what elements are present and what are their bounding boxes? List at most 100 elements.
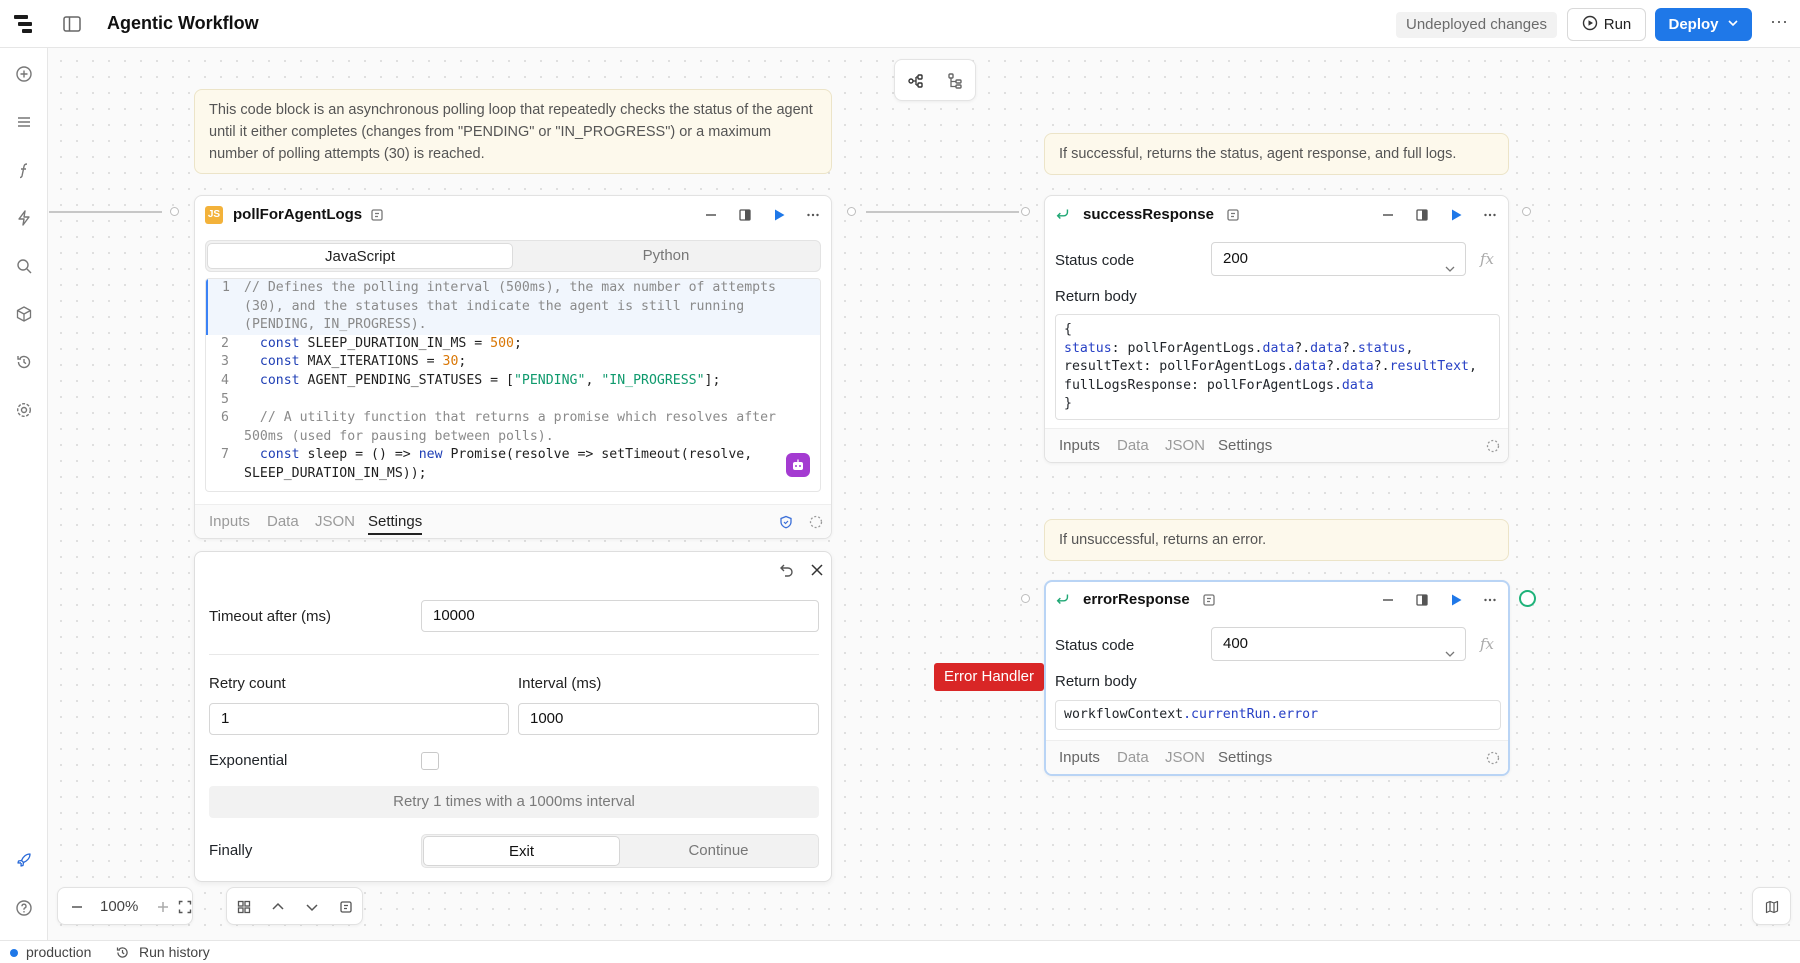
minimize-icon[interactable] [1380, 592, 1396, 608]
finally-continue-option[interactable]: Continue [620, 836, 817, 866]
error-note[interactable]: If unsuccessful, returns an error. [1044, 519, 1509, 561]
fx-icon[interactable]: fx [1480, 250, 1494, 268]
return-body-label: Return body [1055, 288, 1137, 305]
add-icon[interactable] [14, 64, 34, 84]
tab-inputs[interactable]: Inputs [1059, 437, 1100, 454]
more-options-icon[interactable] [1482, 592, 1498, 608]
panel-split-icon[interactable] [1414, 207, 1430, 223]
code-line: 5 [221, 391, 229, 407]
incoming-edge [49, 211, 162, 213]
horizontal-layout-icon[interactable] [907, 72, 925, 94]
run-block-icon[interactable] [1448, 207, 1464, 223]
tab-settings[interactable]: Settings [368, 513, 423, 535]
deploy-button[interactable]: Deploy [1655, 8, 1752, 41]
finally-exit-option[interactable]: Exit [423, 836, 620, 866]
more-options-icon[interactable] [805, 207, 821, 223]
minimize-icon[interactable] [1380, 207, 1396, 223]
history-icon [115, 945, 130, 960]
timeout-input[interactable]: 10000 [421, 600, 819, 632]
run-block-icon[interactable] [771, 207, 787, 223]
poll-note[interactable]: This code block is an asynchronous polli… [194, 89, 832, 174]
tab-settings[interactable]: Settings [1218, 437, 1272, 454]
docs-icon[interactable] [1201, 592, 1217, 608]
panel-split-icon[interactable] [1414, 592, 1430, 608]
undo-icon[interactable] [779, 562, 795, 582]
code-editor[interactable]: 1// Defines the polling interval (500ms)… [205, 278, 821, 492]
chevron-down-icon [1445, 639, 1455, 657]
history-icon[interactable] [14, 352, 34, 372]
tab-data[interactable]: Data [1117, 437, 1149, 454]
active-output-port[interactable] [1519, 590, 1536, 607]
tab-json[interactable]: JSON [315, 513, 355, 530]
tab-javascript[interactable]: JavaScript [207, 243, 513, 269]
output-port[interactable] [847, 207, 856, 216]
input-port[interactable] [1021, 207, 1030, 216]
run-block-icon[interactable] [1448, 592, 1464, 608]
status-code-select[interactable]: 400 [1211, 627, 1466, 661]
search-icon[interactable] [14, 256, 34, 276]
tab-inputs[interactable]: Inputs [209, 513, 250, 530]
status-code-select[interactable]: 200 [1211, 242, 1466, 276]
poll-block[interactable]: JS pollForAgentLogs JavaScript Python 1/… [194, 195, 832, 539]
lightning-icon[interactable] [14, 208, 34, 228]
more-options-icon[interactable] [1482, 207, 1498, 223]
tab-data[interactable]: Data [1117, 749, 1149, 766]
tab-settings[interactable]: Settings [1218, 749, 1272, 766]
package-icon[interactable] [14, 304, 34, 324]
docs-icon[interactable] [369, 207, 385, 223]
ai-assistant-icon[interactable] [786, 453, 810, 477]
fx-icon[interactable]: fx [1480, 635, 1494, 653]
chevron-down-icon[interactable] [303, 898, 321, 916]
block-title[interactable]: successResponse [1083, 206, 1214, 223]
minimize-icon[interactable] [703, 207, 719, 223]
zoom-level[interactable]: 100% [100, 898, 138, 915]
return-body-editor[interactable]: { status: pollForAgentLogs.data?.data?.s… [1055, 314, 1500, 420]
shield-icon[interactable] [779, 515, 793, 533]
more-options-icon[interactable]: ··· [1768, 12, 1790, 34]
success-response-block[interactable]: successResponse Status code 200 fx Retur… [1044, 195, 1509, 463]
javascript-badge-icon: JS [205, 206, 223, 224]
settings-icon[interactable] [14, 400, 34, 420]
list-icon[interactable] [14, 112, 34, 132]
function-icon[interactable] [14, 160, 34, 180]
tab-inputs[interactable]: Inputs [1059, 749, 1100, 766]
help-icon[interactable] [14, 898, 34, 918]
docs-icon[interactable] [1225, 207, 1241, 223]
fit-view-icon[interactable] [176, 898, 194, 916]
zoom-out-icon[interactable] [68, 898, 86, 916]
rocket-icon[interactable] [14, 850, 34, 870]
note-icon[interactable] [337, 898, 355, 916]
tab-json[interactable]: JSON [1165, 437, 1205, 454]
retry-count-input[interactable]: 1 [209, 703, 509, 735]
chevron-up-icon[interactable] [269, 898, 287, 916]
return-body-editor[interactable]: workflowContext.currentRun.error [1055, 700, 1501, 730]
exponential-checkbox[interactable] [421, 752, 439, 770]
tab-python[interactable]: Python [513, 243, 819, 269]
grid-icon[interactable] [235, 898, 253, 916]
tab-data[interactable]: Data [267, 513, 299, 530]
code-line: 3 const MAX_ITERATIONS = 30; [221, 354, 467, 370]
status-bar: production Run history [0, 940, 1800, 963]
interval-input[interactable]: 1000 [518, 703, 819, 735]
error-response-block[interactable]: errorResponse Status code 400 fx Return … [1044, 580, 1510, 776]
zoom-in-icon[interactable] [154, 898, 172, 916]
deploy-button-label: Deploy [1668, 16, 1719, 33]
close-icon[interactable] [809, 562, 825, 582]
success-note[interactable]: If successful, returns the status, agent… [1044, 133, 1509, 175]
app-logo[interactable] [12, 12, 36, 36]
block-title[interactable]: errorResponse [1083, 591, 1190, 608]
settings-panel: Timeout after (ms) 10000 Retry count Int… [194, 551, 832, 882]
sidebar-toggle-icon[interactable] [62, 14, 82, 34]
input-port[interactable] [170, 207, 179, 216]
run-history-link[interactable]: Run history [139, 944, 210, 960]
input-port[interactable] [1021, 594, 1030, 603]
run-button[interactable]: Run [1567, 8, 1646, 41]
block-title[interactable]: pollForAgentLogs [233, 206, 362, 223]
environment-label[interactable]: production [26, 944, 91, 960]
return-icon [1055, 206, 1071, 222]
panel-split-icon[interactable] [737, 207, 753, 223]
minimap-toggle[interactable] [1752, 887, 1791, 925]
output-port[interactable] [1522, 207, 1531, 216]
tab-json[interactable]: JSON [1165, 749, 1205, 766]
vertical-layout-icon[interactable] [946, 72, 964, 94]
